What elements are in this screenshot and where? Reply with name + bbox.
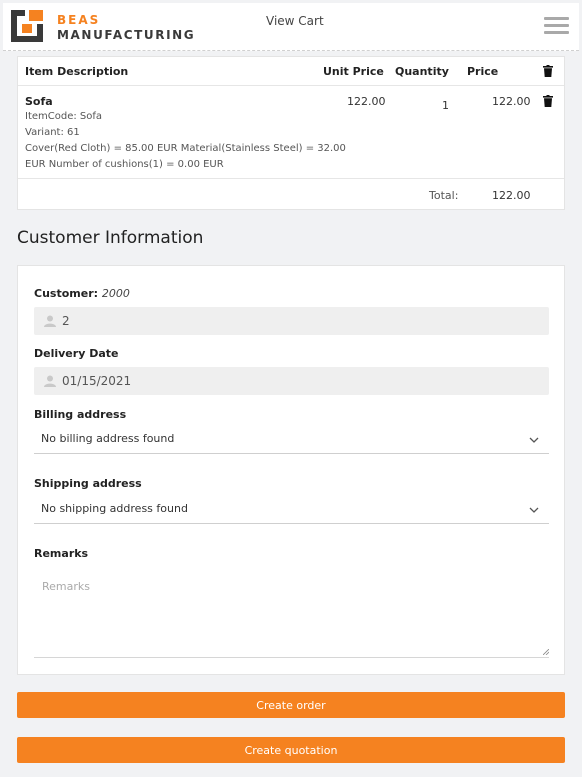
col-header-quantity: Quantity	[395, 65, 449, 78]
remarks-textarea[interactable]: Remarks	[34, 568, 549, 658]
item-code: ItemCode: Sofa	[25, 111, 103, 122]
delivery-date-field[interactable]: 01/15/2021	[34, 367, 549, 395]
header-divider	[18, 85, 564, 86]
brand-line1: BEAS	[57, 13, 101, 27]
billing-address-value: No billing address found	[41, 432, 175, 445]
item-unit-price: 122.00	[347, 95, 386, 108]
customer-label-text: Customer:	[34, 287, 99, 300]
total-divider	[18, 178, 564, 179]
remarks-placeholder: Remarks	[42, 580, 90, 593]
create-quotation-button[interactable]: Create quotation	[17, 737, 565, 763]
view-cart-link[interactable]: View Cart	[266, 14, 324, 28]
customer-form: Customer: 2000 2 Delivery Date 01/15/202…	[17, 265, 565, 675]
chevron-down-icon	[529, 507, 539, 513]
shipping-address-label: Shipping address	[34, 477, 142, 490]
resize-handle-icon[interactable]	[543, 649, 549, 655]
billing-address-select[interactable]: No billing address found	[34, 428, 549, 454]
col-header-unit-price: Unit Price	[323, 65, 384, 78]
cart-table: Item Description Unit Price Quantity Pri…	[17, 56, 565, 210]
chevron-down-icon	[529, 437, 539, 443]
customer-code: 2000	[101, 287, 130, 300]
item-price: 122.00	[492, 95, 531, 108]
delivery-date-label: Delivery Date	[34, 347, 119, 360]
user-icon	[44, 375, 56, 387]
beas-logo-icon[interactable]	[11, 10, 43, 42]
item-quantity[interactable]: 1	[442, 99, 449, 112]
item-config-line2: EUR Number of cushions(1) = 0.00 EUR	[25, 159, 224, 170]
brand-name[interactable]: BEAS MANUFACTURING	[57, 13, 195, 43]
trash-item-icon[interactable]	[543, 95, 553, 107]
create-order-button[interactable]: Create order	[17, 692, 565, 718]
app-header: BEAS MANUFACTURING View Cart	[3, 3, 579, 51]
col-header-price: Price	[467, 65, 499, 78]
total-value: 122.00	[492, 189, 531, 202]
item-variant: Variant: 61	[25, 127, 80, 138]
user-icon	[44, 315, 56, 327]
customer-field[interactable]: 2	[34, 307, 549, 335]
billing-address-label: Billing address	[34, 408, 127, 421]
trash-all-icon[interactable]	[543, 65, 553, 77]
item-name: Sofa	[25, 95, 53, 108]
customer-label: Customer: 2000	[34, 287, 130, 300]
customer-info-title: Customer Information	[17, 228, 204, 248]
customer-value: 2	[62, 314, 70, 328]
hamburger-menu-icon[interactable]	[544, 17, 569, 37]
shipping-address-select[interactable]: No shipping address found	[34, 498, 549, 524]
shipping-address-value: No shipping address found	[41, 502, 188, 515]
total-label: Total:	[429, 189, 459, 202]
item-config-line1: Cover(Red Cloth) = 85.00 EUR Material(St…	[25, 143, 346, 154]
remarks-label: Remarks	[34, 547, 89, 560]
delivery-date-value: 01/15/2021	[62, 374, 132, 388]
col-header-description: Item Description	[25, 65, 129, 78]
brand-line2: MANUFACTURING	[57, 28, 196, 42]
